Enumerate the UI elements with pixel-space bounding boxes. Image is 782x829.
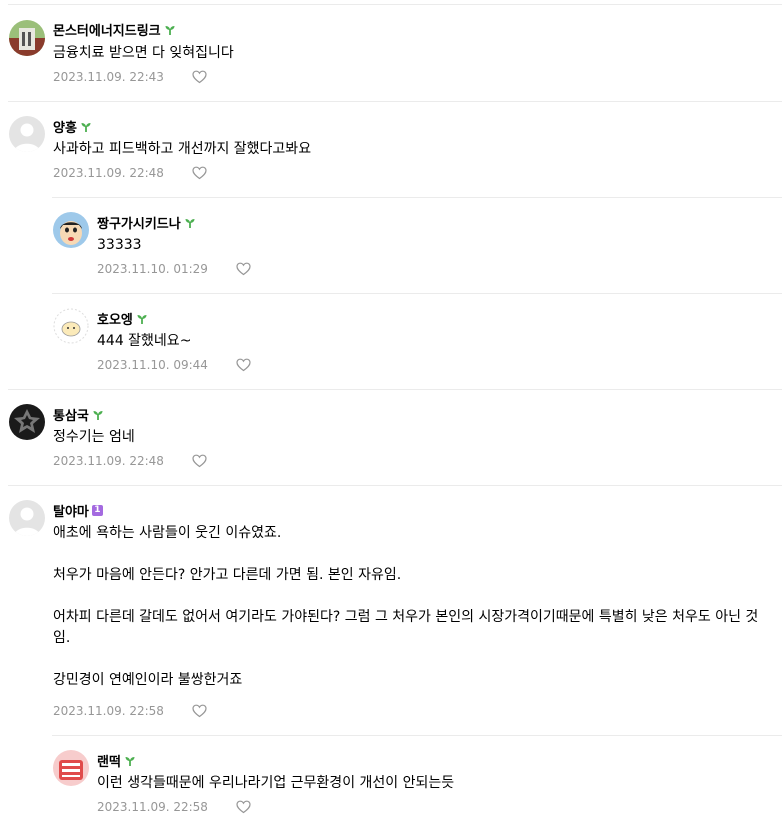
comment-meta: 2023.11.09. 22:58 bbox=[97, 800, 251, 814]
sprout-badge-icon bbox=[125, 756, 135, 766]
sprout-badge-icon bbox=[137, 314, 147, 324]
nickname[interactable]: 랜떡 bbox=[97, 751, 136, 770]
heart-icon[interactable] bbox=[236, 262, 251, 276]
comment-meta: 2023.11.09. 22:48 bbox=[53, 454, 207, 468]
comment-text: 금융치료 받으면 다 잊혀집니다 bbox=[53, 45, 234, 61]
comment-text: 444 잘했네요~ bbox=[97, 333, 192, 349]
comment-meta: 2023.11.10. 09:44 bbox=[97, 358, 251, 372]
separator bbox=[52, 735, 782, 736]
separator bbox=[8, 101, 782, 102]
nickname[interactable]: 몬스터에너지드링크 bbox=[53, 20, 176, 39]
separator bbox=[52, 197, 782, 198]
comment-meta: 2023.11.09. 22:43 bbox=[53, 70, 207, 84]
comment-text: 33333 bbox=[97, 237, 142, 253]
heart-icon[interactable] bbox=[236, 358, 251, 372]
heart-icon[interactable] bbox=[236, 800, 251, 814]
nickname[interactable]: 통삼국 bbox=[53, 405, 104, 424]
comment-date: 2023.11.10. 01:29 bbox=[97, 262, 208, 276]
nickname[interactable]: 탈야마 1 bbox=[53, 501, 103, 520]
avatar[interactable] bbox=[9, 20, 45, 56]
comment-meta: 2023.11.10. 01:29 bbox=[97, 262, 251, 276]
comment-meta: 2023.11.09. 22:48 bbox=[53, 166, 207, 180]
separator bbox=[52, 293, 782, 294]
nickname[interactable]: 호오엥 bbox=[97, 309, 148, 328]
nickname[interactable]: 양홍 bbox=[53, 117, 92, 136]
avatar[interactable] bbox=[9, 116, 45, 152]
level-badge-icon: 1 bbox=[91, 505, 103, 516]
comment-date: 2023.11.10. 09:44 bbox=[97, 358, 208, 372]
comment-meta: 2023.11.09. 22:58 bbox=[53, 704, 207, 718]
avatar[interactable] bbox=[9, 404, 45, 440]
comment-date: 2023.11.09. 22:48 bbox=[53, 454, 164, 468]
heart-icon[interactable] bbox=[192, 70, 207, 84]
heart-icon[interactable] bbox=[192, 166, 207, 180]
separator bbox=[8, 389, 782, 390]
avatar[interactable] bbox=[53, 308, 89, 344]
avatar[interactable] bbox=[53, 212, 89, 248]
avatar[interactable] bbox=[53, 750, 89, 786]
heart-icon[interactable] bbox=[192, 704, 207, 718]
comment-date: 2023.11.09. 22:58 bbox=[97, 800, 208, 814]
comment-text: 이런 생각들때문에 우리나라기업 근무환경이 개선이 안되는듯 bbox=[97, 775, 455, 791]
sprout-badge-icon bbox=[81, 122, 91, 132]
comment-text: 정수기는 엄네 bbox=[53, 429, 135, 445]
separator bbox=[8, 485, 782, 486]
heart-icon[interactable] bbox=[192, 454, 207, 468]
comment-text: 애초에 욕하는 사람들이 웃긴 이슈였죠. 처우가 마음에 안든다? 안가고 다… bbox=[53, 525, 759, 688]
separator bbox=[8, 4, 782, 5]
comment-date: 2023.11.09. 22:58 bbox=[53, 704, 164, 718]
sprout-badge-icon bbox=[93, 410, 103, 420]
avatar[interactable] bbox=[9, 500, 45, 536]
sprout-badge-icon bbox=[165, 25, 175, 35]
nickname[interactable]: 짱구가시키드나 bbox=[97, 213, 196, 232]
comment-text: 사과하고 피드백하고 개선까지 잘했다고봐요 bbox=[53, 141, 312, 157]
sprout-badge-icon bbox=[185, 218, 195, 228]
comment-date: 2023.11.09. 22:48 bbox=[53, 166, 164, 180]
comment-date: 2023.11.09. 22:43 bbox=[53, 70, 164, 84]
